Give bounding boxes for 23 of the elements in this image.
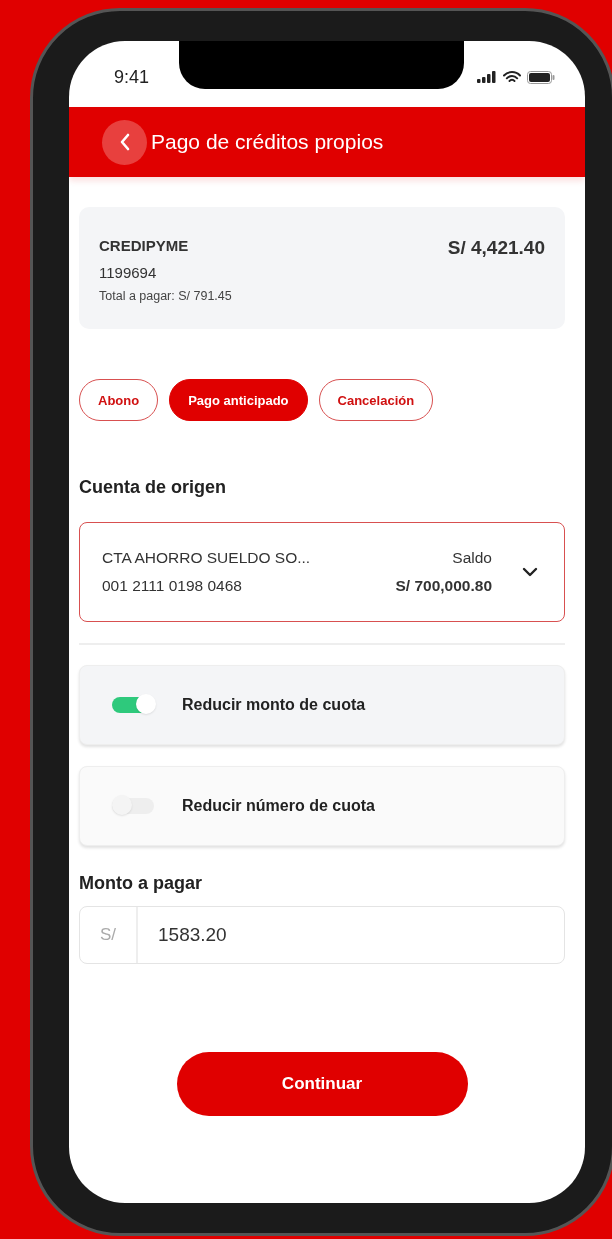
currency-prefix: S/: [80, 907, 138, 963]
credit-name: CREDIPYME: [99, 237, 190, 254]
total-text: Total a pagar: S/ 791.45: [99, 289, 232, 303]
status-time: 9:41: [114, 66, 150, 88]
amount-field[interactable]: S/ 1583.20: [79, 906, 565, 964]
option-card[interactable]: Reducir número de cuota: [79, 766, 565, 846]
balance-label: Saldo: [452, 549, 492, 567]
account-number: 001 2111 0198 0468: [102, 577, 243, 595]
continue-button[interactable]: Continuar: [176, 1052, 468, 1116]
section-label: Cuenta de origen: [79, 477, 226, 498]
option-card[interactable]: Reducir monto de cuota: [79, 665, 565, 745]
payment-type-chip[interactable]: Pago anticipado: [169, 379, 308, 421]
account-name: CTA AHORRO SUELDO SO...: [102, 549, 312, 567]
payment-type-chip[interactable]: Abono: [79, 379, 159, 421]
credit-number: 1199694: [99, 264, 158, 281]
option-label: Reducir número de cuota: [182, 797, 375, 815]
option-label: Reducir monto de cuota: [182, 696, 366, 714]
balance-amount: S/ 700,000.80: [395, 577, 492, 595]
section-label: Monto a pagar: [79, 873, 202, 894]
account-dropdown[interactable]: CTA AHORRO SUELDO SO... 001 2111 0198 0468 Saldo S/ 700,000.80: [79, 522, 565, 622]
credit-amount: S/ 4,421.40: [447, 237, 545, 259]
header-title: Pago de créditos propios: [151, 130, 384, 154]
payment-type-chip[interactable]: Cancelación: [318, 379, 434, 421]
